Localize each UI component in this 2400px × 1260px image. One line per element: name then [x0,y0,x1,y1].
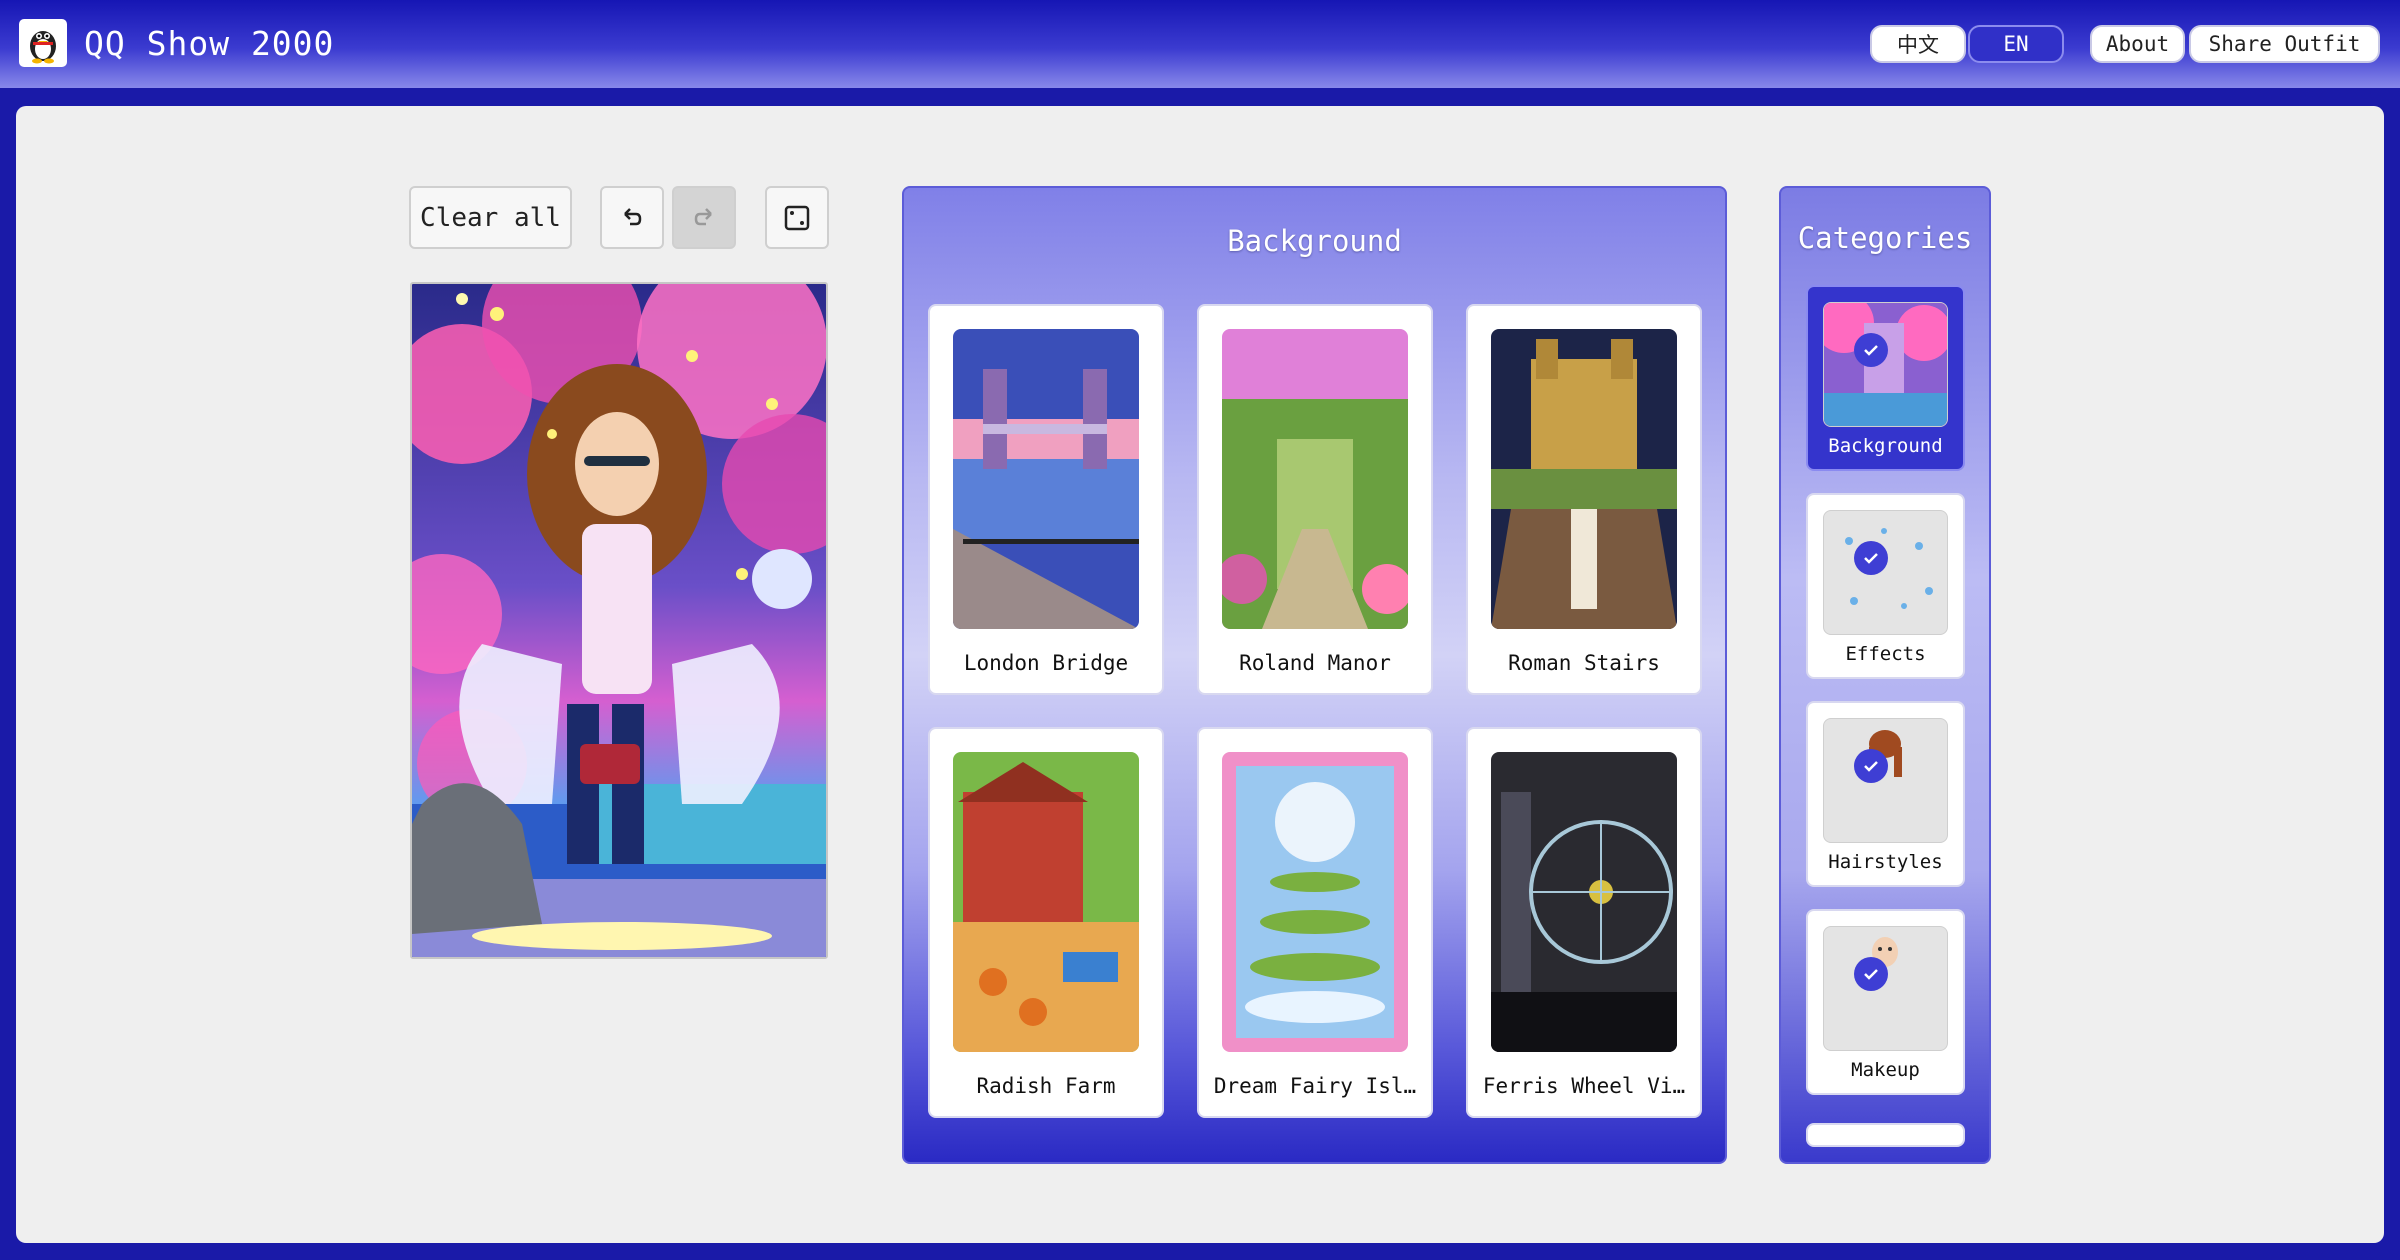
background-item-london-bridge[interactable]: London Bridge [928,304,1164,695]
redo-button[interactable] [672,186,736,249]
check-icon [1854,749,1888,783]
london-bridge-thumbnail [953,329,1139,629]
categories-title: Categories [1797,221,1973,255]
category-label: Effects [1845,643,1926,665]
background-item-label: Dream Fairy Isl… [1213,1074,1417,1098]
background-item-radish-farm[interactable]: Radish Farm [928,727,1164,1118]
check-icon [1854,957,1888,991]
category-makeup-thumbnail [1823,926,1948,1051]
background-panel: Background London Bridge Roland Manor Ro… [902,186,1727,1164]
category-makeup[interactable]: Makeup [1806,909,1965,1095]
undo-button[interactable] [600,186,664,249]
roman-stairs-thumbnail [1491,329,1677,629]
background-item-roman-stairs[interactable]: Roman Stairs [1466,304,1702,695]
category-next-partial[interactable] [1806,1123,1965,1147]
random-button[interactable] [765,186,829,249]
background-item-label: Roland Manor [1239,651,1391,675]
background-item-label: London Bridge [963,651,1129,675]
category-background-thumbnail [1823,302,1948,427]
category-label: Makeup [1851,1059,1920,1081]
panel-title: Background [1227,224,1402,258]
app-title: QQ Show 2000 [84,24,335,63]
avatar-preview [410,282,828,959]
roland-manor-thumbnail [1222,329,1408,629]
penguin-logo-icon [19,19,67,67]
check-icon [1854,541,1888,575]
categories-panel: Categories Background Effects Hairstyles… [1779,186,1991,1164]
category-hairstyles[interactable]: Hairstyles [1806,701,1965,887]
radish-farm-thumbnail [953,752,1139,1052]
background-item-label: Ferris Wheel Vi… [1482,1074,1686,1098]
lang-en-button[interactable]: EN [1968,25,2064,63]
ferris-wheel-view-thumbnail [1491,752,1677,1052]
share-outfit-button[interactable]: Share Outfit [2189,25,2380,63]
background-item-roland-manor[interactable]: Roland Manor [1197,304,1433,695]
background-item-label: Radish Farm [976,1074,1116,1098]
dice-icon [784,205,810,230]
redo-icon [694,207,712,225]
lang-zh-button[interactable]: 中文 [1870,25,1966,63]
clear-all-button[interactable]: Clear all [409,186,572,249]
category-label: Background [1828,435,1943,457]
category-background[interactable]: Background [1806,285,1965,471]
check-icon [1854,333,1888,367]
background-item-ferris-wheel-view[interactable]: Ferris Wheel Vi… [1466,727,1702,1118]
background-item-dream-fairy-island[interactable]: Dream Fairy Isl… [1197,727,1433,1118]
category-effects-thumbnail [1823,510,1948,635]
undo-icon [624,207,642,225]
top-bar: QQ Show 2000 中文 EN About Share Outfit [0,0,2400,88]
category-hairstyles-thumbnail [1823,718,1948,843]
background-item-label: Roman Stairs [1508,651,1660,675]
about-button[interactable]: About [2090,25,2185,63]
category-label: Hairstyles [1828,851,1943,873]
dream-fairy-island-thumbnail [1222,752,1408,1052]
avatar-preview-image [412,284,826,957]
category-effects[interactable]: Effects [1806,493,1965,679]
